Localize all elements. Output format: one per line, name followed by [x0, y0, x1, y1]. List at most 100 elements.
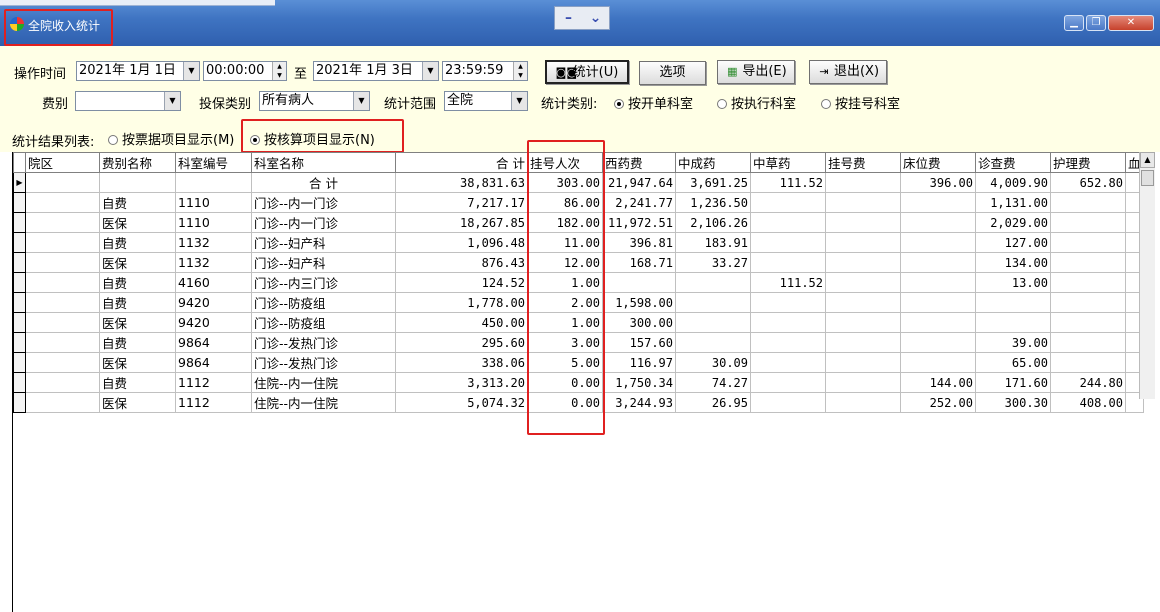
table-cell: [825, 232, 901, 253]
column-header[interactable]: 科室编号: [175, 152, 252, 173]
table-cell: 2.00: [527, 292, 603, 313]
to-label: 至: [294, 67, 308, 82]
exit-door-icon: ⇥: [819, 65, 829, 78]
table-cell: 182.00: [527, 212, 603, 233]
title-center-controls[interactable]: – ⌄: [554, 6, 610, 30]
scroll-thumb[interactable]: [1141, 170, 1154, 186]
fee-type-select[interactable]: ▼: [75, 91, 181, 111]
table-row[interactable]: 自费 9420 门诊--防疫组 1,778.00 2.00 1,598.00: [13, 292, 1144, 313]
display-by-invoice-item[interactable]: 按票据项目显示(M): [108, 129, 234, 148]
chevron-down-icon[interactable]: ▼: [183, 62, 199, 80]
chevron-down-icon[interactable]: ▼: [422, 62, 438, 80]
column-header[interactable]: 中草药: [750, 152, 826, 173]
insurance-value: 所有病人: [262, 93, 315, 108]
results-grid[interactable]: 院区 费别名称 科室编号 科室名称 合 计 挂号人次 西药费 中成药 中草药 挂…: [12, 152, 1155, 612]
total-row[interactable]: ▶ 合 计 38,831.63 303.00 21,947.64 3,691.2…: [13, 172, 1144, 193]
table-cell: 4,009.90: [975, 172, 1051, 193]
table-cell: [1050, 212, 1126, 233]
table-cell: [750, 372, 826, 393]
column-header[interactable]: 西药费: [602, 152, 676, 173]
table-cell: [825, 352, 901, 373]
chevron-down-icon[interactable]: ▼: [353, 92, 369, 110]
table-cell: [25, 252, 100, 273]
column-header[interactable]: 合 计: [395, 152, 528, 173]
table-row[interactable]: 医保 1110 门诊--内一门诊 18,267.85 182.00 11,972.51 2,…: [13, 212, 1144, 233]
radio-icon[interactable]: [821, 99, 831, 109]
table-row[interactable]: 自费 1132 门诊--妇产科 1,096.48 11.00 396.81 183.91 12…: [13, 232, 1144, 253]
stat-type-option-opening-dept[interactable]: 按开单科室: [614, 93, 693, 112]
table-cell: [602, 272, 676, 293]
table-cell: 2,106.26: [675, 212, 751, 233]
table-cell: 1110: [175, 212, 252, 233]
table-cell: 门诊--妇产科: [251, 252, 396, 273]
table-row[interactable]: 医保 9864 门诊--发热门诊 338.06 5.00 116.97 30.09 65.00: [13, 352, 1144, 373]
column-header[interactable]: 院区: [25, 152, 100, 173]
chevron-down-icon[interactable]: ▼: [164, 92, 180, 110]
exit-button[interactable]: ⇥ 退出(X): [809, 60, 887, 84]
radio-icon[interactable]: [614, 99, 624, 109]
table-cell: 1112: [175, 392, 252, 413]
minimize-button[interactable]: ▁: [1064, 15, 1084, 31]
maximize-button[interactable]: ❐: [1086, 15, 1106, 31]
app-logo-icon: [10, 17, 24, 31]
column-header[interactable]: 挂号费: [825, 152, 901, 173]
column-header[interactable]: 费别名称: [99, 152, 176, 173]
table-cell: 自费: [99, 332, 176, 353]
scope-select[interactable]: 全院 ▼: [444, 91, 528, 111]
table-row[interactable]: 医保 9420 门诊--防疫组 450.00 1.00 300.00: [13, 312, 1144, 333]
column-header[interactable]: 科室名称: [251, 152, 396, 173]
table-row[interactable]: 医保 1112 住院--内一住院 5,074.32 0.00 3,244.93 26.95 2…: [13, 392, 1144, 413]
table-header-row: 院区 费别名称 科室编号 科室名称 合 计 挂号人次 西药费 中成药 中草药 挂…: [13, 152, 1144, 173]
table-row[interactable]: 医保 1132 门诊--妇产科 876.43 12.00 168.71 33.27 134.0…: [13, 252, 1144, 273]
radio-icon[interactable]: [250, 135, 260, 145]
scroll-up-icon[interactable]: ▲: [1140, 152, 1155, 168]
end-time-input[interactable]: 23:59:59 ▲ ▼: [442, 61, 528, 81]
start-time-input[interactable]: 00:00:00 ▲ ▼: [203, 61, 287, 81]
start-date-picker[interactable]: 2021年 1月 1日 ▼: [76, 61, 200, 81]
chevron-down-icon[interactable]: ▼: [511, 92, 527, 110]
table-cell: 自费: [99, 232, 176, 253]
table-row[interactable]: 自费 4160 门诊--内三门诊 124.52 1.00 111.52 13.00: [13, 272, 1144, 293]
row-indicator: [13, 292, 26, 313]
radio-icon[interactable]: [108, 135, 118, 145]
table-cell: [750, 392, 826, 413]
table-cell: [1050, 352, 1126, 373]
table-cell: 0.00: [527, 372, 603, 393]
close-button[interactable]: ✕: [1108, 15, 1154, 31]
stat-type-option-exec-dept[interactable]: 按执行科室: [717, 93, 796, 112]
stats-button-label: 统计(U): [572, 65, 619, 80]
table-cell: [1050, 272, 1126, 293]
spin-icon[interactable]: ▲ ▼: [272, 62, 286, 80]
table-cell: [675, 332, 751, 353]
table-row[interactable]: 自费 1112 住院--内一住院 3,313.20 0.00 1,750.34 74.27 1…: [13, 372, 1144, 393]
table-cell: 652.80: [1050, 172, 1126, 193]
column-header[interactable]: 护理费: [1050, 152, 1126, 173]
table-cell: 127.00: [975, 232, 1051, 253]
display-by-accounting-item[interactable]: 按核算项目显示(N): [250, 129, 375, 148]
display-option-label: 按票据项目显示(M): [122, 133, 235, 148]
table-row[interactable]: 自费 1110 门诊--内一门诊 7,217.17 86.00 2,241.77 1,236…: [13, 192, 1144, 213]
radio-icon[interactable]: [717, 99, 727, 109]
export-button[interactable]: ▦ 导出(E): [717, 60, 795, 84]
column-header[interactable]: 床位费: [900, 152, 976, 173]
stats-button[interactable]: ◙◙统计(U): [545, 60, 629, 84]
column-header[interactable]: 挂号人次: [527, 152, 603, 173]
collapse-icon[interactable]: –: [555, 7, 582, 29]
column-header[interactable]: 中成药: [675, 152, 751, 173]
table-cell: [825, 312, 901, 333]
vertical-scrollbar[interactable]: ▲: [1139, 152, 1155, 399]
window-title-bar: 全院收入统计 – ⌄ ▁ ❐ ✕: [0, 0, 1160, 46]
start-time-value: 00:00:00: [206, 63, 265, 78]
spin-icon[interactable]: ▲ ▼: [513, 62, 527, 80]
table-cell: [25, 292, 100, 313]
chevron-down-icon[interactable]: ⌄: [582, 7, 609, 29]
column-header[interactable]: 诊查费: [975, 152, 1051, 173]
table-cell: 134.00: [975, 252, 1051, 273]
options-button[interactable]: 选项: [639, 61, 706, 85]
table-cell: [825, 192, 901, 213]
insurance-select[interactable]: 所有病人 ▼: [259, 91, 370, 111]
table-cell: 2,029.00: [975, 212, 1051, 233]
table-row[interactable]: 自费 9864 门诊--发热门诊 295.60 3.00 157.60 39.00: [13, 332, 1144, 353]
end-date-picker[interactable]: 2021年 1月 3日 ▼: [313, 61, 439, 81]
stat-type-option-reg-dept[interactable]: 按挂号科室: [821, 93, 900, 112]
